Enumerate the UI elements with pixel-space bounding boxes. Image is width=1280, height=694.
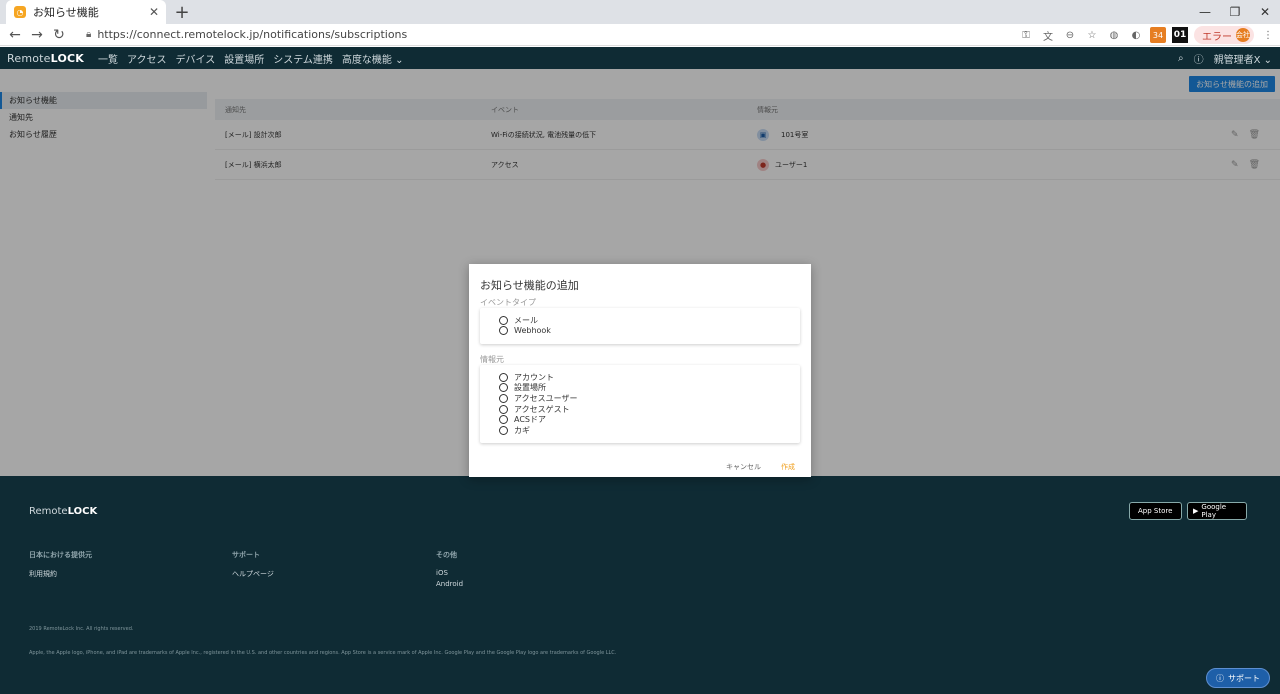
- source-options: アカウント 設置場所 アクセスユーザー アクセスゲスト ACSドア カギ: [480, 365, 800, 443]
- radio-option-access-user[interactable]: アクセスユーザー: [499, 393, 800, 404]
- nav-item-devices[interactable]: デバイス: [176, 51, 216, 66]
- event-type-options: メール Webhook: [480, 308, 800, 344]
- window-controls: — ❐ ✕: [1190, 0, 1280, 24]
- radio-button[interactable]: [499, 425, 508, 435]
- create-button[interactable]: 作成: [781, 462, 795, 472]
- forward-icon[interactable]: →: [26, 27, 48, 43]
- footer-heading: その他: [436, 551, 457, 559]
- extension-dark-icon[interactable]: 01: [1172, 27, 1188, 43]
- topnav-right: ⌕ ⓘ 親管理者X ⌄: [1178, 47, 1272, 69]
- play-icon: ▶: [1193, 507, 1199, 515]
- footer-column-support: サポート ヘルプページ: [232, 550, 274, 582]
- nav-item-list[interactable]: 一覧: [98, 51, 118, 66]
- extension-circle-icon[interactable]: ◐: [1128, 27, 1144, 43]
- radio-button[interactable]: [499, 315, 508, 325]
- radio-option-location[interactable]: 設置場所: [499, 383, 800, 394]
- app-store-badge[interactable]: App Store: [1129, 502, 1182, 520]
- extension-badge-icon[interactable]: 34: [1150, 27, 1166, 43]
- menu-kebab-icon[interactable]: ⋮: [1260, 27, 1276, 43]
- legal-notice: Apple, the Apple logo, iPhone, and iPad …: [29, 650, 617, 656]
- address-bar: ← → ↻ 🔒︎ https://connect.remotelock.jp/n…: [0, 24, 1280, 46]
- footer-heading: 日本における提供元: [29, 551, 92, 559]
- radio-button[interactable]: [499, 383, 508, 393]
- back-icon[interactable]: ←: [4, 27, 26, 43]
- remotelock-logo[interactable]: RemoteLOCK: [7, 52, 84, 65]
- close-tab-icon[interactable]: ✕: [146, 5, 162, 19]
- footer-link-help[interactable]: ヘルプページ: [232, 569, 274, 579]
- radio-button[interactable]: [499, 372, 508, 382]
- extension-icon[interactable]: ◍: [1106, 27, 1122, 43]
- source-label: 情報元: [480, 355, 504, 364]
- top-navigation: RemoteLOCK 一覧 アクセス デバイス 設置場所 システム連携 高度な機…: [0, 47, 1280, 69]
- new-tab-button[interactable]: +: [172, 2, 192, 23]
- translate-icon[interactable]: 文: [1040, 27, 1056, 43]
- nav-item-access[interactable]: アクセス: [127, 51, 167, 66]
- user-menu[interactable]: 親管理者X ⌄: [1214, 51, 1272, 66]
- lock-icon: 🔒︎: [86, 29, 92, 40]
- bookmark-star-icon[interactable]: ☆: [1084, 27, 1100, 43]
- tab-title: お知らせ機能: [33, 6, 99, 19]
- radio-option-key[interactable]: カギ: [499, 425, 800, 436]
- minimize-icon[interactable]: —: [1190, 0, 1220, 24]
- radio-option-acs-door[interactable]: ACSドア: [499, 414, 800, 425]
- radio-button[interactable]: [499, 393, 508, 403]
- radio-button[interactable]: [499, 326, 508, 336]
- nav-item-advanced[interactable]: 高度な機能 ⌄: [342, 51, 404, 66]
- help-circle-icon: ⓘ: [1216, 673, 1224, 683]
- browser-tab[interactable]: ◔ お知らせ機能 ✕: [6, 0, 166, 24]
- support-button[interactable]: ⓘ サポート: [1206, 668, 1270, 688]
- radio-option-access-guest[interactable]: アクセスゲスト: [499, 404, 800, 415]
- reload-icon[interactable]: ↻: [48, 27, 70, 43]
- footer: RemoteLOCK App Store ▶ Google Play 日本における…: [0, 476, 1280, 694]
- radio-option-email[interactable]: メール: [499, 315, 800, 326]
- google-play-badge[interactable]: ▶ Google Play: [1187, 502, 1247, 520]
- zoom-icon[interactable]: ⊖: [1062, 27, 1078, 43]
- footer-column-provider: 日本における提供元 利用規約: [29, 550, 92, 582]
- footer-link-ios[interactable]: iOS: [436, 569, 463, 577]
- radio-option-account[interactable]: アカウント: [499, 372, 800, 383]
- close-window-icon[interactable]: ✕: [1250, 0, 1280, 24]
- nav-item-locations[interactable]: 設置場所: [224, 51, 264, 66]
- footer-column-other: その他 iOS Android: [436, 550, 463, 591]
- dialog-actions: キャンセル 作成: [726, 462, 795, 472]
- dialog-title: お知らせ機能の追加: [480, 279, 579, 292]
- radio-option-webhook[interactable]: Webhook: [499, 326, 800, 337]
- cancel-button[interactable]: キャンセル: [726, 462, 761, 472]
- nav-item-integrations[interactable]: システム連携: [273, 51, 333, 66]
- avatar: 会社: [1236, 28, 1250, 42]
- help-icon[interactable]: ⓘ: [1194, 51, 1204, 66]
- footer-logo: RemoteLOCK: [29, 506, 98, 517]
- error-label: エラー: [1202, 31, 1232, 43]
- copyright: 2019 RemoteLock Inc. All rights reserved…: [29, 626, 134, 632]
- radio-button[interactable]: [499, 404, 508, 414]
- radio-button[interactable]: [499, 415, 508, 425]
- url-text: https://connect.remotelock.jp/notificati…: [97, 28, 408, 41]
- restore-icon[interactable]: ❐: [1220, 0, 1250, 24]
- omnibox[interactable]: 🔒︎ https://connect.remotelock.jp/notific…: [78, 26, 1098, 44]
- profile-error-pill[interactable]: エラー 会社: [1194, 26, 1254, 44]
- footer-link-android[interactable]: Android: [436, 580, 463, 588]
- favicon-icon: ◔: [14, 6, 26, 18]
- add-notification-dialog: お知らせ機能の追加 イベントタイプ メール Webhook 情報元 アカウント …: [469, 264, 811, 477]
- footer-heading: サポート: [232, 551, 260, 559]
- extension-bar: ⚿ 文 ⊖ ☆ ◍ ◐ 34 01 エラー 会社 ⋮: [1018, 26, 1276, 44]
- key-icon[interactable]: ⚿: [1018, 27, 1034, 43]
- footer-link-terms[interactable]: 利用規約: [29, 569, 92, 579]
- search-icon[interactable]: ⌕: [1178, 53, 1184, 64]
- browser-tabbar: ◔ お知らせ機能 ✕ + — ❐ ✕: [0, 0, 1280, 24]
- event-type-label: イベントタイプ: [480, 298, 536, 307]
